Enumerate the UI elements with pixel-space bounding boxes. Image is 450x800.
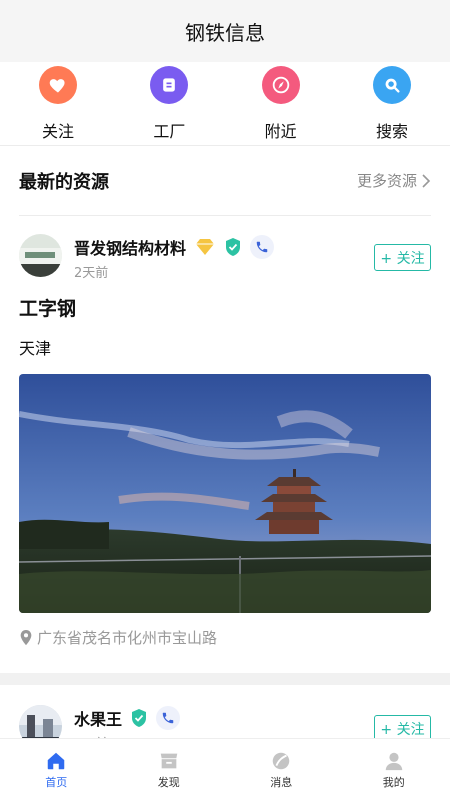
home-icon bbox=[48, 752, 65, 769]
tab-profile-label: 我的 bbox=[382, 775, 405, 789]
quick-search-label: 搜索 bbox=[375, 122, 408, 141]
quick-search-button[interactable]: 搜索 bbox=[342, 66, 442, 145]
post-title: 工字钢 bbox=[19, 298, 77, 320]
verified-shield-icon bbox=[132, 709, 147, 727]
tab-discover-label: 发现 bbox=[157, 775, 180, 789]
post-meta: 晋发钢结构材料 2天前 bbox=[74, 234, 275, 281]
bottom-tab-bar: 首页 发现 消息 我的 bbox=[0, 738, 450, 800]
more-resources-label: 更多资源 bbox=[356, 172, 417, 190]
tab-home-label: 首页 bbox=[45, 775, 68, 789]
search-icon bbox=[372, 66, 411, 104]
tab-home[interactable]: 首页 bbox=[0, 739, 113, 800]
compass-icon bbox=[261, 66, 300, 104]
leaf-icon bbox=[273, 752, 290, 769]
quick-nearby-label: 附近 bbox=[264, 122, 297, 141]
quick-nearby-button[interactable]: 附近 bbox=[231, 66, 331, 145]
quick-factory-button[interactable]: 工厂 bbox=[119, 66, 219, 145]
app-screen: 钢铁信息 关注 工厂 附近 搜索 最新的资源 更多资源 晋发钢结构材料 2天前 … bbox=[0, 0, 450, 800]
address-text: 广东省茂名市化州市宝山路 bbox=[37, 629, 218, 647]
diamond-badge-icon bbox=[196, 239, 215, 255]
avatar[interactable] bbox=[19, 234, 62, 277]
quick-actions: 关注 工厂 附近 搜索 bbox=[0, 62, 450, 146]
post-header: 晋发钢结构材料 2天前 + 关注 bbox=[19, 234, 431, 281]
page-title: 钢铁信息 bbox=[185, 20, 265, 45]
seller-name[interactable]: 水果王 bbox=[74, 706, 122, 730]
name-row: 晋发钢结构材料 bbox=[74, 234, 275, 260]
post-address[interactable]: 广东省茂名市化州市宝山路 bbox=[19, 627, 431, 648]
user-icon bbox=[385, 752, 402, 770]
section-header: 最新的资源 更多资源 bbox=[19, 146, 431, 216]
top-bar: 钢铁信息 bbox=[0, 0, 450, 62]
phone-icon[interactable] bbox=[156, 706, 181, 730]
quick-follow-label: 关注 bbox=[41, 122, 74, 141]
follow-button[interactable]: + 关注 bbox=[374, 244, 431, 271]
phone-icon[interactable] bbox=[250, 235, 275, 259]
chevron-right-icon bbox=[422, 173, 431, 188]
location-pin-icon bbox=[20, 629, 32, 645]
tab-discover[interactable]: 发现 bbox=[113, 739, 226, 800]
store-icon bbox=[160, 753, 177, 768]
tab-profile[interactable]: 我的 bbox=[338, 739, 450, 800]
post-city: 天津 bbox=[19, 339, 52, 358]
factory-icon bbox=[150, 66, 189, 104]
post-photo[interactable] bbox=[19, 374, 431, 613]
post-date: 2天前 bbox=[74, 266, 109, 281]
verified-shield-icon bbox=[226, 238, 241, 256]
post-card[interactable]: 晋发钢结构材料 2天前 + 关注 工字钢 天津 广东省茂名市化州市宝山路 bbox=[0, 216, 450, 648]
section-title: 最新的资源 bbox=[19, 171, 109, 193]
tab-messages-label: 消息 bbox=[270, 775, 293, 789]
seller-name[interactable]: 晋发钢结构材料 bbox=[74, 235, 186, 259]
heart-icon bbox=[39, 66, 77, 104]
quick-follow-button[interactable]: 关注 bbox=[8, 66, 108, 145]
more-resources-link[interactable]: 更多资源 bbox=[357, 170, 431, 191]
quick-factory-label: 工厂 bbox=[153, 122, 186, 141]
name-row: 水果王 bbox=[74, 705, 181, 731]
section-divider bbox=[0, 673, 450, 685]
tab-messages[interactable]: 消息 bbox=[225, 739, 338, 800]
